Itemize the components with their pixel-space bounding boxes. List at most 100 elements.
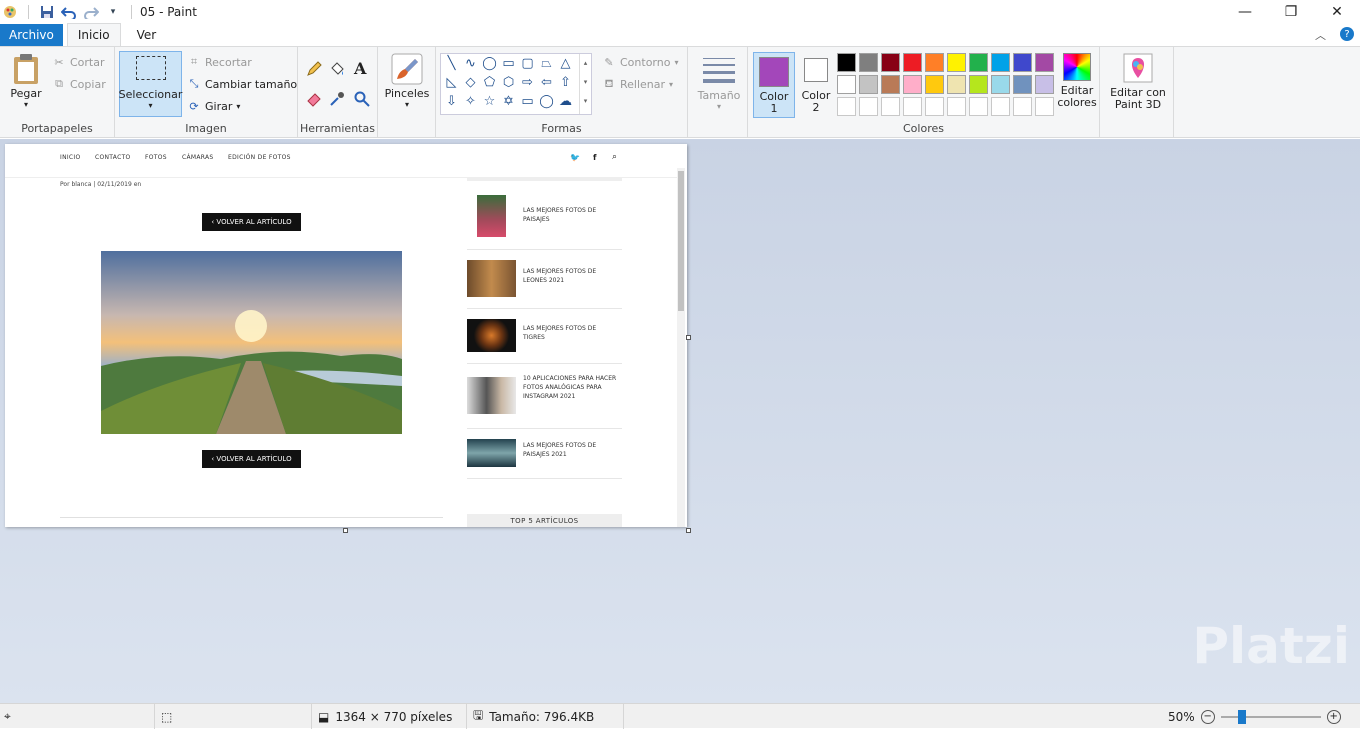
outline-button[interactable]: ✎ Contorno ▾ <box>602 55 678 69</box>
palette-swatch[interactable] <box>837 97 856 116</box>
oval-callout-shape-icon[interactable]: ◯ <box>539 94 554 109</box>
size-button[interactable]: Tamaño ▾ <box>698 55 740 111</box>
palette-swatch[interactable] <box>903 97 922 116</box>
resize-handle-corner[interactable] <box>686 528 691 533</box>
copy-button[interactable]: ⧉ Copiar <box>52 77 106 91</box>
save-icon[interactable] <box>39 4 55 20</box>
right-triangle-shape-icon[interactable]: ◺ <box>444 75 459 90</box>
edit-colors-button[interactable]: Editar colores <box>1055 53 1099 109</box>
palette-swatch[interactable] <box>881 75 900 94</box>
palette-swatch[interactable] <box>925 53 944 72</box>
resize-handle-right[interactable] <box>686 335 691 340</box>
paste-button[interactable]: Pegar ▾ <box>6 53 46 109</box>
zoom-in-button[interactable]: + <box>1326 709 1341 724</box>
palette-swatch[interactable] <box>991 53 1010 72</box>
shapes-gallery[interactable]: ╲ ∿ ◯ ▭ ▢ ⏢ △ ◺ ◇ ⬠ ⬡ ⇨ ⇦ ⇧ ⇩ ✧ ☆ ✡ ▭ ◯ … <box>440 53 592 115</box>
five-point-star-shape-icon[interactable]: ☆ <box>482 94 497 109</box>
palette-swatch[interactable] <box>925 97 944 116</box>
palette-swatch[interactable] <box>947 97 966 116</box>
four-point-star-shape-icon[interactable]: ✧ <box>463 94 478 109</box>
minimize-button[interactable]: — <box>1222 0 1268 24</box>
text-tool-icon[interactable]: A <box>354 59 366 78</box>
magnifier-icon[interactable] <box>354 91 370 107</box>
palette-swatch[interactable] <box>1035 75 1054 94</box>
image-canvas[interactable]: INICIO CONTACTO FOTOS CÁMARAS EDICIÓN DE… <box>5 144 687 527</box>
clipboard-group: Pegar ▾ ✂ Cortar ⧉ Copiar Portapapeles <box>0 47 115 137</box>
tab-file[interactable]: Archivo <box>0 24 63 46</box>
palette-swatch[interactable] <box>859 97 878 116</box>
palette-swatch[interactable] <box>1035 97 1054 116</box>
crop-button[interactable]: ⌗ Recortar <box>187 55 252 69</box>
palette-swatch[interactable] <box>903 53 922 72</box>
line-shape-icon[interactable]: ╲ <box>444 56 459 71</box>
palette-swatch[interactable] <box>991 97 1010 116</box>
palette-swatch[interactable] <box>859 75 878 94</box>
shapes-scroll[interactable]: ▴ ▾ ▾ <box>579 54 591 114</box>
rounded-rectangle-shape-icon[interactable]: ▢ <box>520 56 535 71</box>
right-arrow-shape-icon[interactable]: ⇨ <box>520 75 535 90</box>
paint-app-icon[interactable] <box>2 4 18 20</box>
crop-icon: ⌗ <box>190 55 198 68</box>
palette-swatch[interactable] <box>881 97 900 116</box>
eraser-icon[interactable] <box>306 91 322 107</box>
paint3d-button[interactable]: Editar con Paint 3D <box>1106 53 1170 111</box>
rectangle-shape-icon[interactable]: ▭ <box>501 56 516 71</box>
palette-swatch[interactable] <box>859 53 878 72</box>
polygon-shape-icon[interactable]: ⏢ <box>539 56 554 71</box>
palette-swatch[interactable] <box>837 75 856 94</box>
maximize-button[interactable]: ❐ <box>1268 0 1314 24</box>
tab-view[interactable]: Ver <box>127 24 167 46</box>
palette-swatch[interactable] <box>925 75 944 94</box>
pentagon-shape-icon[interactable]: ⬠ <box>482 75 497 90</box>
resize-button[interactable]: ⤡ Cambiar tamaño <box>187 77 298 91</box>
palette-swatch[interactable] <box>837 53 856 72</box>
palette-swatch[interactable] <box>1013 53 1032 72</box>
select-button[interactable]: Seleccionar ▾ <box>119 51 182 117</box>
palette-swatch[interactable] <box>991 75 1010 94</box>
color2-button[interactable]: Color 2 <box>798 52 834 114</box>
resize-handle-bottom[interactable] <box>343 528 348 533</box>
cloud-callout-shape-icon[interactable]: ☁ <box>558 94 573 109</box>
fill-button[interactable]: ⛾ Rellenar ▾ <box>602 77 674 91</box>
pencil-icon[interactable] <box>306 61 322 77</box>
group-label: Imagen <box>185 122 227 135</box>
curve-shape-icon[interactable]: ∿ <box>463 56 478 71</box>
rotate-button[interactable]: ⟳ Girar ▾ <box>187 99 240 113</box>
palette-swatch[interactable] <box>969 75 988 94</box>
palette-swatch[interactable] <box>1013 97 1032 116</box>
palette-swatch[interactable] <box>1013 75 1032 94</box>
palette-swatch[interactable] <box>947 75 966 94</box>
diamond-shape-icon[interactable]: ◇ <box>463 75 478 90</box>
brushes-button[interactable]: Pinceles ▾ <box>384 53 430 109</box>
down-arrow-shape-icon[interactable]: ⇩ <box>444 94 459 109</box>
palette-swatch[interactable] <box>1035 53 1054 72</box>
canvas-area[interactable]: INICIO CONTACTO FOTOS CÁMARAS EDICIÓN DE… <box>0 139 1360 703</box>
zoom-out-button[interactable]: − <box>1200 709 1215 724</box>
redo-icon[interactable] <box>83 4 99 20</box>
rounded-callout-shape-icon[interactable]: ▭ <box>520 94 535 109</box>
color1-button[interactable]: Color 1 <box>753 52 795 118</box>
palette-swatch[interactable] <box>881 53 900 72</box>
oval-shape-icon[interactable]: ◯ <box>482 56 497 71</box>
close-button[interactable]: ✕ <box>1314 0 1360 24</box>
palette-swatch[interactable] <box>947 53 966 72</box>
triangle-shape-icon[interactable]: △ <box>558 56 573 71</box>
color2-swatch <box>804 58 828 82</box>
palette-swatch[interactable] <box>903 75 922 94</box>
fill-bucket-icon[interactable] <box>329 61 345 77</box>
zoom-slider-thumb[interactable] <box>1237 709 1246 724</box>
customize-qat-icon[interactable]: ▾ <box>105 4 121 20</box>
palette-swatch[interactable] <box>969 53 988 72</box>
left-arrow-shape-icon[interactable]: ⇦ <box>539 75 554 90</box>
help-icon[interactable]: ? <box>1340 27 1354 41</box>
zoom-slider[interactable] <box>1220 709 1321 724</box>
color-picker-icon[interactable] <box>329 91 345 107</box>
undo-icon[interactable] <box>61 4 77 20</box>
up-arrow-shape-icon[interactable]: ⇧ <box>558 75 573 90</box>
palette-swatch[interactable] <box>969 97 988 116</box>
tab-home[interactable]: Inicio <box>66 23 121 46</box>
six-point-star-shape-icon[interactable]: ✡ <box>501 94 516 109</box>
collapse-ribbon-icon[interactable]: ︿ <box>1315 27 1326 43</box>
cut-button[interactable]: ✂ Cortar <box>52 55 104 69</box>
hexagon-shape-icon[interactable]: ⬡ <box>501 75 516 90</box>
